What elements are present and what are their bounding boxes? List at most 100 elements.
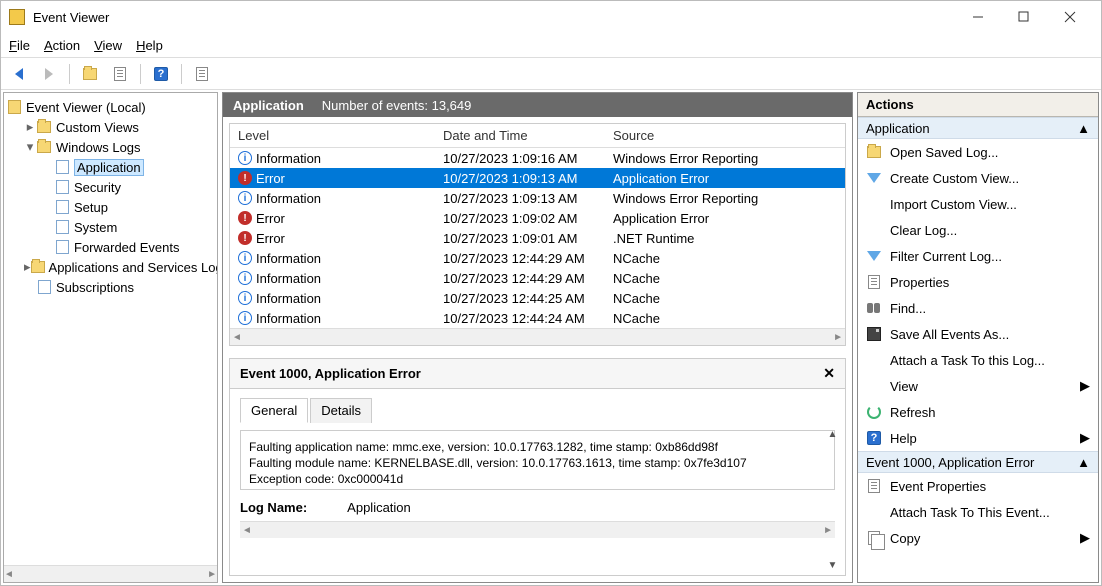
blank-icon xyxy=(866,222,882,238)
tab-general[interactable]: General xyxy=(240,398,308,423)
event-row[interactable]: !Error10/27/2023 1:09:02 AMApplication E… xyxy=(230,208,845,228)
event-row[interactable]: iInformation10/27/2023 12:44:24 AMNCache xyxy=(230,308,845,328)
event-row[interactable]: iInformation10/27/2023 1:09:16 AMWindows… xyxy=(230,148,845,168)
action-filter-current-log[interactable]: Filter Current Log... xyxy=(858,243,1098,269)
info-icon: i xyxy=(238,191,252,205)
toolbar-btn-2[interactable] xyxy=(108,62,132,86)
event-message[interactable]: Faulting application name: mmc.exe, vers… xyxy=(240,430,835,490)
tree-item-custom-views[interactable]: ▸Custom Views xyxy=(6,117,215,137)
info-icon: i xyxy=(238,311,252,325)
maximize-button[interactable] xyxy=(1001,1,1047,33)
action-refresh[interactable]: Refresh xyxy=(858,399,1098,425)
menu-bar: File Action View Help xyxy=(1,33,1101,57)
toolbar-btn-3[interactable] xyxy=(190,62,214,86)
toolbar-btn-1[interactable] xyxy=(78,62,102,86)
tree-item-application[interactable]: Application xyxy=(6,157,215,177)
detail-title: Event 1000, Application Error xyxy=(240,366,421,381)
action-event-properties[interactable]: Event Properties xyxy=(858,473,1098,499)
col-date[interactable]: Date and Time xyxy=(435,124,605,147)
funnel-icon xyxy=(866,248,882,264)
menu-file[interactable]: File xyxy=(9,38,30,53)
action-properties[interactable]: Properties xyxy=(858,269,1098,295)
action-attach-task-to-this-event[interactable]: Attach Task To This Event... xyxy=(858,499,1098,525)
tree-item-forwarded-events[interactable]: Forwarded Events xyxy=(6,237,215,257)
refresh-icon xyxy=(866,404,882,420)
tree-item-security[interactable]: Security xyxy=(6,177,215,197)
event-row[interactable]: !Error10/27/2023 1:09:01 AM.NET Runtime xyxy=(230,228,845,248)
center-header: Application Number of events: 13,649 xyxy=(223,93,852,117)
events-columns[interactable]: Level Date and Time Source xyxy=(230,124,845,148)
info-icon: i xyxy=(238,291,252,305)
folder-icon xyxy=(866,144,882,160)
actions-pane: Actions Application▲Open Saved Log...Cre… xyxy=(857,92,1099,583)
tree-item-windows-logs[interactable]: ▾Windows Logs xyxy=(6,137,215,157)
menu-view[interactable]: View xyxy=(94,38,122,53)
tab-details[interactable]: Details xyxy=(310,398,372,423)
window-title: Event Viewer xyxy=(33,10,955,25)
error-icon: ! xyxy=(238,231,252,245)
title-bar: Event Viewer xyxy=(1,1,1101,33)
event-row[interactable]: iInformation10/27/2023 12:44:29 AMNCache xyxy=(230,268,845,288)
col-source[interactable]: Source xyxy=(605,124,845,147)
action-clear-log[interactable]: Clear Log... xyxy=(858,217,1098,243)
detail-hscroll[interactable]: ◄ ► xyxy=(240,521,835,538)
back-button[interactable] xyxy=(7,62,31,86)
tree-item-subscriptions[interactable]: Subscriptions xyxy=(6,277,215,297)
action-help[interactable]: ?Help▶ xyxy=(858,425,1098,451)
tree-item-system[interactable]: System xyxy=(6,217,215,237)
funnel-icon xyxy=(866,170,882,186)
blank-icon xyxy=(866,378,882,394)
tree-item-applications-and-services-logs[interactable]: ▸Applications and Services Logs xyxy=(6,257,215,277)
log-name-heading: Application xyxy=(233,98,304,113)
close-button[interactable] xyxy=(1047,1,1093,33)
event-row[interactable]: !Error10/27/2023 1:09:13 AMApplication E… xyxy=(230,168,845,188)
events-hscroll[interactable]: ◄ ► xyxy=(230,328,845,345)
actions-section-event[interactable]: Event 1000, Application Error▲ xyxy=(858,451,1098,473)
menu-help[interactable]: Help xyxy=(136,38,163,53)
blank-icon xyxy=(866,504,882,520)
event-row[interactable]: iInformation10/27/2023 12:44:29 AMNCache xyxy=(230,248,845,268)
error-icon: ! xyxy=(238,211,252,225)
action-save-all-events-as[interactable]: Save All Events As... xyxy=(858,321,1098,347)
forward-button[interactable] xyxy=(37,62,61,86)
action-attach-a-task-to-this-log[interactable]: Attach a Task To this Log... xyxy=(858,347,1098,373)
error-icon: ! xyxy=(238,171,252,185)
info-icon: i xyxy=(238,251,252,265)
toolbar: ? xyxy=(1,58,1101,90)
action-copy[interactable]: Copy▶ xyxy=(858,525,1098,551)
info-icon: i xyxy=(238,271,252,285)
info-icon: i xyxy=(238,151,252,165)
binoc-icon xyxy=(866,300,882,316)
logname-label: Log Name: xyxy=(240,500,307,515)
event-row[interactable]: iInformation10/27/2023 1:09:13 AMWindows… xyxy=(230,188,845,208)
action-create-custom-view[interactable]: Create Custom View... xyxy=(858,165,1098,191)
action-import-custom-view[interactable]: Import Custom View... xyxy=(858,191,1098,217)
events-list[interactable]: iInformation10/27/2023 1:09:16 AMWindows… xyxy=(230,148,845,328)
actions-heading: Actions xyxy=(858,93,1098,117)
prop-icon xyxy=(866,478,882,494)
action-find[interactable]: Find... xyxy=(858,295,1098,321)
minimize-button[interactable] xyxy=(955,1,1001,33)
close-detail-button[interactable]: ✕ xyxy=(823,365,835,382)
disk-icon xyxy=(866,326,882,342)
action-view[interactable]: View▶ xyxy=(858,373,1098,399)
event-detail-pane: Event 1000, Application Error ✕ General … xyxy=(229,358,846,576)
tree-root[interactable]: Event Viewer (Local) xyxy=(6,97,215,117)
blank-icon xyxy=(866,196,882,212)
event-row[interactable]: iInformation10/27/2023 12:44:25 AMNCache xyxy=(230,288,845,308)
blank-icon xyxy=(866,352,882,368)
menu-action[interactable]: Action xyxy=(44,38,80,53)
event-count: Number of events: 13,649 xyxy=(322,98,472,113)
app-icon xyxy=(9,9,25,25)
logname-value: Application xyxy=(347,500,411,515)
actions-section-app[interactable]: Application▲ xyxy=(858,117,1098,139)
tree-item-setup[interactable]: Setup xyxy=(6,197,215,217)
tree-scrollbar[interactable]: ◄ ► xyxy=(4,565,217,582)
tree-pane[interactable]: Event Viewer (Local)▸Custom Views▾Window… xyxy=(3,92,218,583)
toolbar-help[interactable]: ? xyxy=(149,62,173,86)
copy-icon xyxy=(866,530,882,546)
detail-vscroll[interactable]: ▲ ▼ xyxy=(824,429,841,571)
col-level[interactable]: Level xyxy=(230,124,435,147)
action-open-saved-log[interactable]: Open Saved Log... xyxy=(858,139,1098,165)
help-icon: ? xyxy=(866,430,882,446)
